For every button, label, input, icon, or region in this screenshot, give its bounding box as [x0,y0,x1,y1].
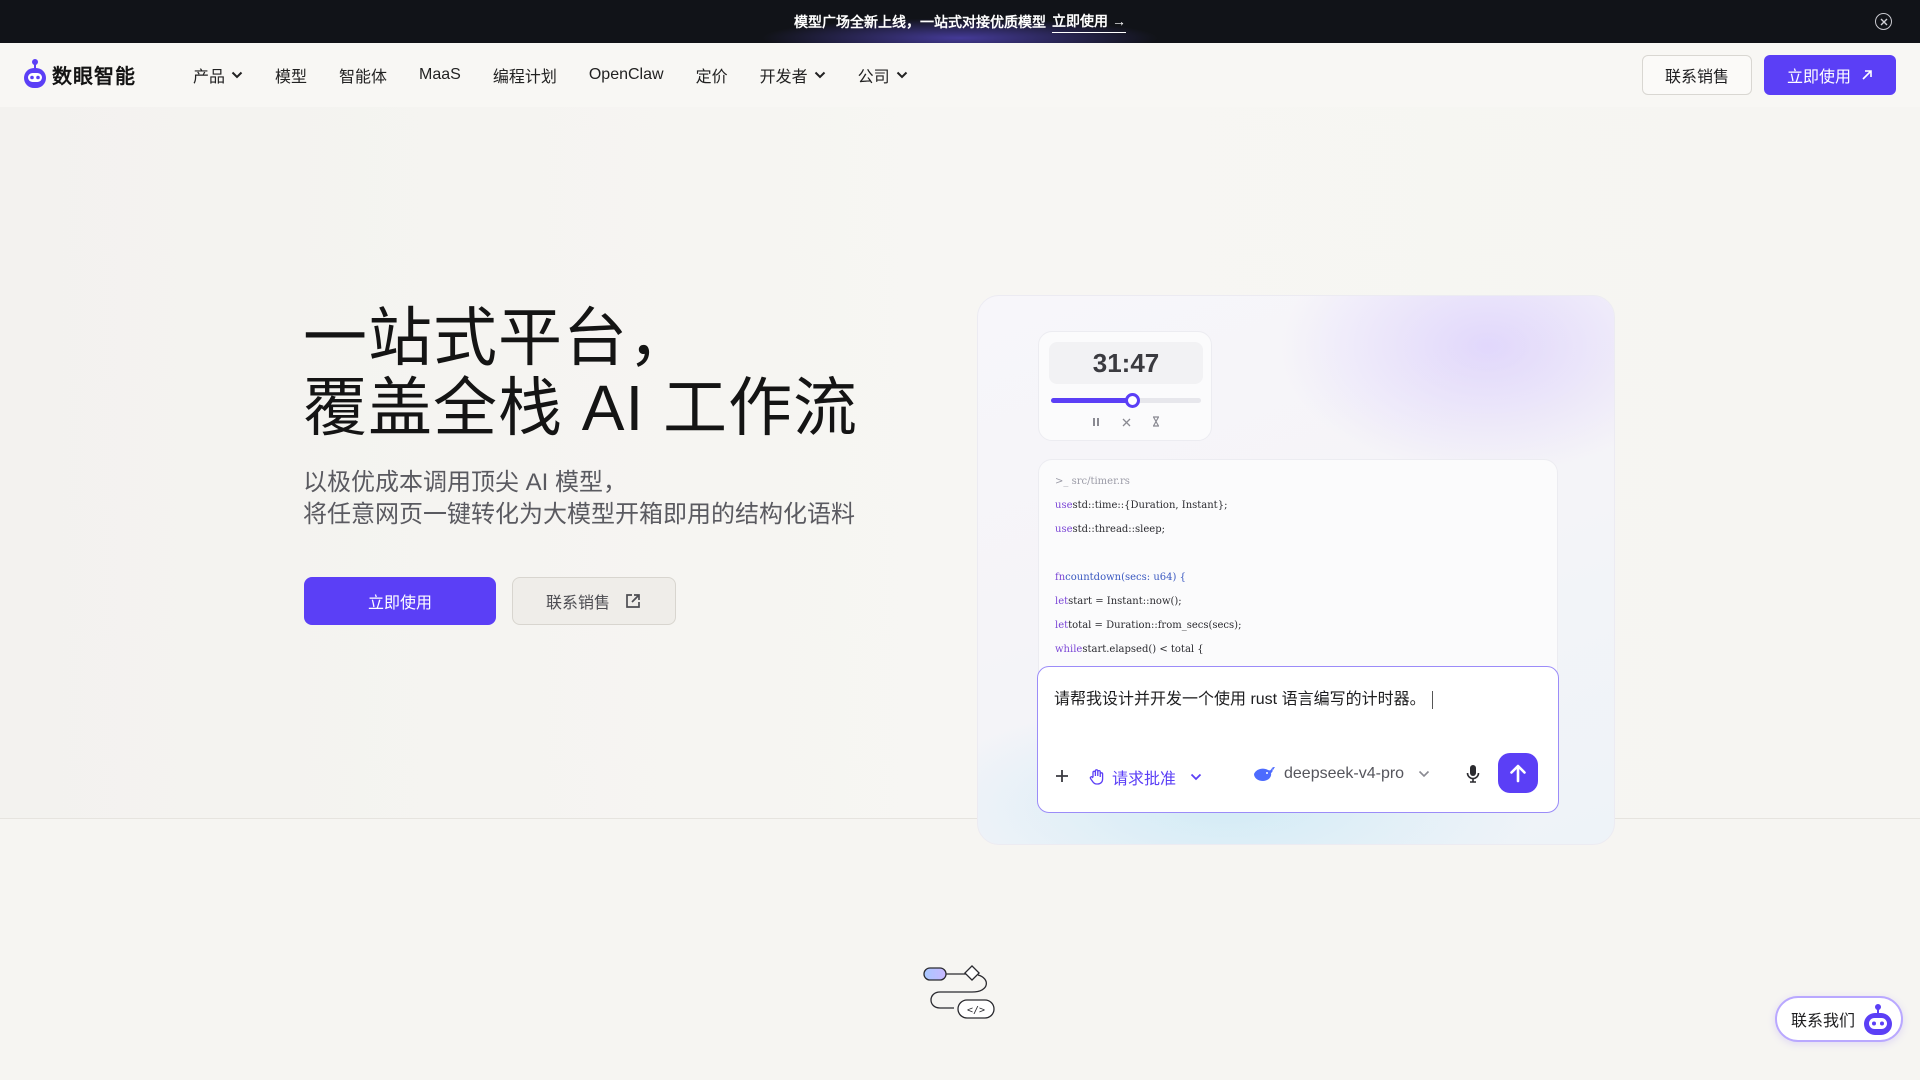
contact-us-widget[interactable]: 联系我们 [1775,996,1903,1042]
hero-subtitle-line2: 将任意网页一键转化为大模型开箱即用的结构化语料 [303,501,855,528]
nav-item-label: 开发者 [759,69,808,86]
microphone-icon[interactable] [1466,764,1480,789]
brand-logo[interactable]: 数眼智能 [22,57,136,91]
code-line: lettotal = Duration::from_secs(secs); [1055,620,1242,631]
brand-name: 数眼智能 [52,65,136,88]
nav-item-label: 编程计划 [492,69,557,86]
code-line: usestd::time::{Duration, Instant}; [1055,500,1228,511]
close-icon[interactable] [1120,416,1132,430]
robot-logo-icon [24,59,46,88]
chevron-down-icon [1190,773,1202,781]
close-icon[interactable] [1875,13,1892,30]
add-icon[interactable] [1054,767,1070,787]
nav-item-openclaw[interactable]: OpenClaw [589,66,664,84]
announcement-bar: 模型广场全新上线，一站式对接优质模型 立即使用 → [0,0,1920,43]
code-line: whilestart.elapsed() < total { [1055,644,1204,655]
arrow-up-right-icon [1862,70,1872,80]
contact-sales-button[interactable]: 联系销售 [1642,55,1752,95]
get-started-label: 立即使用 [1786,69,1851,86]
announcement-link-label: 立即使用 [1052,12,1108,29]
nav-item-pricing[interactable]: 定价 [696,63,728,87]
prompt-input[interactable]: 请帮我设计并开发一个使用 rust 语言编写的计时器。 [1054,685,1433,709]
announcement-link[interactable]: 立即使用 → [1052,11,1126,33]
hero-get-started-button[interactable]: 立即使用 [304,577,496,625]
timer-widget: 31:47 [1038,331,1212,441]
nav-item-developers[interactable]: 开发者 [760,63,826,87]
nav-item-models[interactable]: 模型 [275,63,307,87]
hero-title-line2: 覆盖全栈 AI 工作流 [303,372,859,444]
nav-item-label: MaaS [419,66,461,83]
timer-controls [1039,416,1213,430]
nav-item-label: OpenClaw [588,66,664,83]
code-editor: >_ src/timer.rs usestd::time::{Duration,… [1038,459,1558,699]
hero-subtitle-line1: 以极优成本调用顶尖 AI 模型， [303,469,628,496]
top-nav: 数眼智能 产品 模型 智能体 MaaS 编程计划 OpenClaw 定价 开发者 [0,43,1920,107]
chevron-down-icon [814,71,825,79]
hero-subtitle: 以极优成本调用顶尖 AI 模型， 将任意网页一键转化为大模型开箱即用的结构化语料 [303,467,855,531]
nav-item-agents[interactable]: 智能体 [339,63,387,87]
code-path: src/timer.rs [1071,476,1130,487]
prompt-input-box[interactable]: 请帮我设计并开发一个使用 rust 语言编写的计时器。 请求批准 deepsee… [1037,666,1559,813]
chevron-down-icon [1419,770,1430,778]
model-name: deepseek-v4-pro [1284,765,1405,782]
hero-contact-sales-label: 联系销售 [545,595,610,612]
send-button[interactable] [1498,753,1538,793]
demo-card: 31:47 >_ src/timer.rs usestd::time::{Dur… [977,295,1615,845]
nav-item-label: 模型 [275,69,308,86]
hero-title-line1: 一站式平台， [303,302,693,374]
workflow-code-icon: </> [922,964,1002,1031]
pause-icon[interactable] [1090,416,1102,430]
nav-item-label: 定价 [695,69,728,86]
prompt-text: 请帮我设计并开发一个使用 rust 语言编写的计时器。 [1054,691,1426,708]
arrow-right-icon: → [1112,12,1126,29]
code-file-path: >_ src/timer.rs [1055,476,1541,500]
approval-mode-label: 请求批准 [1112,771,1177,788]
timer-progress-fill [1051,398,1132,403]
get-started-button[interactable]: 立即使用 [1764,55,1896,95]
hero-section: 一站式平台， 覆盖全栈 AI 工作流 以极优成本调用顶尖 AI 模型， 将任意网… [0,107,1920,845]
code-line: usestd::thread::sleep; [1055,524,1165,535]
nav-item-label: 公司 [857,69,890,86]
hand-icon [1089,769,1104,785]
external-link-icon [626,594,640,608]
contact-us-label: 联系我们 [1791,1013,1856,1030]
nav-item-company[interactable]: 公司 [858,63,908,87]
chevron-down-icon [231,71,243,79]
nav-item-coding-plan[interactable]: 编程计划 [493,63,557,87]
announcement-text: 模型广场全新上线，一站式对接优质模型 [794,13,1046,30]
nav-item-maas[interactable]: MaaS [419,66,461,84]
text-caret [1431,690,1433,709]
approval-mode-dropdown[interactable]: 请求批准 [1088,765,1202,789]
terminal-prompt-icon: >_ [1055,476,1069,487]
nav-item-label: 产品 [193,69,226,86]
chevron-down-icon [896,71,907,79]
timer-display: 31:47 [1049,342,1203,384]
timer-progress-slider[interactable] [1051,393,1201,408]
hero-title: 一站式平台， 覆盖全栈 AI 工作流 [303,303,858,443]
nav-item-label: 智能体 [339,69,388,86]
arrow-up-icon [1510,764,1526,783]
nav-item-product[interactable]: 产品 [193,63,243,87]
main-menu: 产品 模型 智能体 MaaS 编程计划 OpenClaw 定价 开发者 公司 [193,43,940,107]
deepseek-whale-icon [1254,767,1275,781]
model-selector[interactable]: deepseek-v4-pro [1252,765,1430,783]
hourglass-icon[interactable] [1150,416,1162,430]
timer-progress-handle[interactable] [1125,393,1140,408]
code-line: fncountdown(secs: u64) { [1055,572,1186,583]
robot-assistant-icon [1864,1004,1892,1035]
svg-text:</>: </> [967,1005,985,1016]
code-line: letstart = Instant::now(); [1055,596,1182,607]
hero-contact-sales-button[interactable]: 联系销售 [512,577,676,625]
